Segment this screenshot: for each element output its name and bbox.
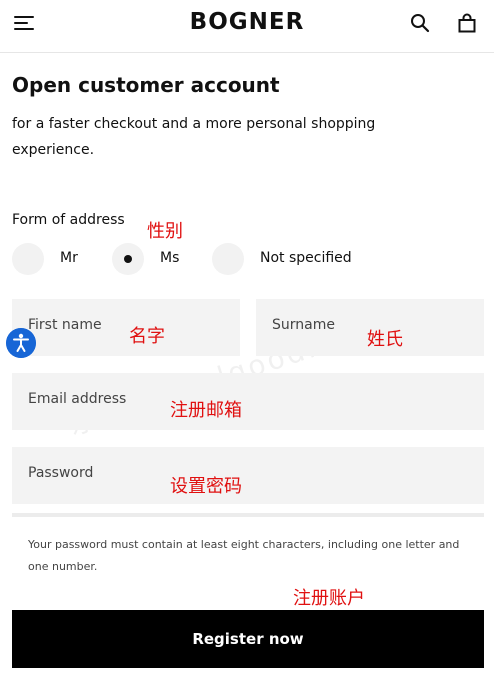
salutation-label: Ms: [160, 250, 180, 266]
password-input[interactable]: [12, 447, 484, 504]
password-field[interactable]: Password: [12, 447, 484, 504]
annotation-email: 注册邮箱: [170, 400, 242, 421]
site-header: BOGNER: [0, 0, 494, 53]
first-name-input[interactable]: [12, 299, 240, 356]
email-field[interactable]: Email address: [12, 373, 484, 430]
radio-circle[interactable]: [12, 243, 44, 275]
first-name-field[interactable]: First name: [12, 299, 240, 356]
password-strength-bar: [12, 513, 484, 517]
radio-circle[interactable]: [212, 243, 244, 275]
annotation-register: 注册账户: [293, 588, 365, 609]
page-title: Open customer account: [12, 73, 280, 97]
intro-text: for a faster checkout and a more persona…: [12, 116, 376, 158]
search-icon[interactable]: [410, 13, 430, 33]
annotation-surname: 姓氏: [367, 329, 403, 350]
salutation-label: Mr: [60, 250, 78, 266]
annotation-first-name: 名字: [129, 326, 165, 347]
password-requirements-note: Your password must contain at least eigh…: [28, 538, 460, 573]
register-button[interactable]: Register now: [12, 610, 484, 668]
annotation-password: 设置密码: [170, 476, 242, 497]
radio-circle[interactable]: [112, 243, 144, 275]
accessibility-icon[interactable]: [6, 328, 36, 358]
radio-selected-dot: [124, 255, 132, 263]
email-input[interactable]: [12, 373, 484, 430]
shopping-bag-icon[interactable]: [458, 13, 476, 33]
salutation-label: Not specified: [260, 250, 352, 266]
annotation-gender: 性别: [147, 221, 183, 242]
form-of-address-label: Form of address: [12, 212, 125, 228]
